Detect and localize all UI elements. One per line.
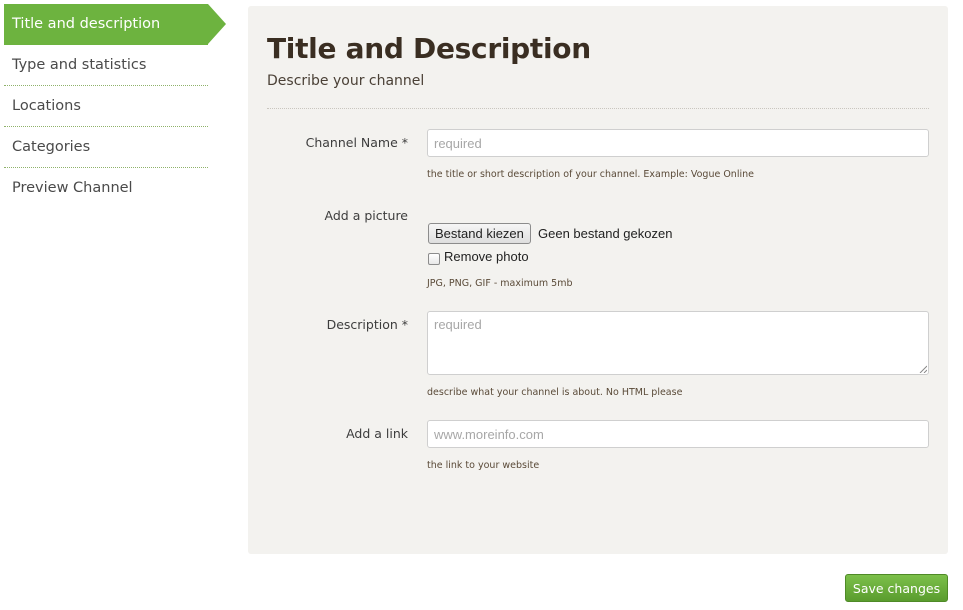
sidebar-item-type-and-statistics[interactable]: Type and statistics (4, 45, 208, 86)
link-label: Add a link (346, 426, 408, 441)
sidebar-item-title-and-description[interactable]: Title and description (4, 4, 226, 45)
divider (267, 108, 929, 109)
description-label: Description * (326, 317, 408, 332)
resize-grip-icon[interactable] (919, 365, 927, 373)
channel-name-label: Channel Name * (305, 135, 408, 150)
file-status-text: Geen bestand gekozen (538, 226, 673, 241)
sidebar-nav: Title and description Type and statistic… (4, 4, 226, 209)
sidebar-item-preview-channel[interactable]: Preview Channel (4, 168, 208, 209)
picture-label: Add a picture (324, 208, 408, 223)
link-help: the link to your website (427, 460, 540, 471)
remove-photo-checkbox[interactable] (428, 253, 440, 265)
sidebar-item-categories[interactable]: Categories (4, 127, 208, 168)
picture-help: JPG, PNG, GIF - maximum 5mb (427, 278, 573, 289)
description-help: describe what your channel is about. No … (427, 387, 683, 398)
sidebar-item-locations[interactable]: Locations (4, 86, 208, 127)
page-title: Title and Description (267, 32, 591, 65)
form-panel: Title and Description Describe your chan… (248, 6, 948, 554)
choose-file-button[interactable]: Bestand kiezen (428, 223, 531, 244)
remove-photo-label[interactable]: Remove photo (444, 249, 529, 264)
link-input[interactable] (427, 420, 929, 448)
description-textarea[interactable] (427, 311, 929, 375)
page-subtitle: Describe your channel (267, 73, 425, 89)
channel-name-help: the title or short description of your c… (427, 169, 754, 180)
save-changes-button[interactable]: Save changes (845, 574, 948, 602)
channel-name-input[interactable] (427, 129, 929, 157)
